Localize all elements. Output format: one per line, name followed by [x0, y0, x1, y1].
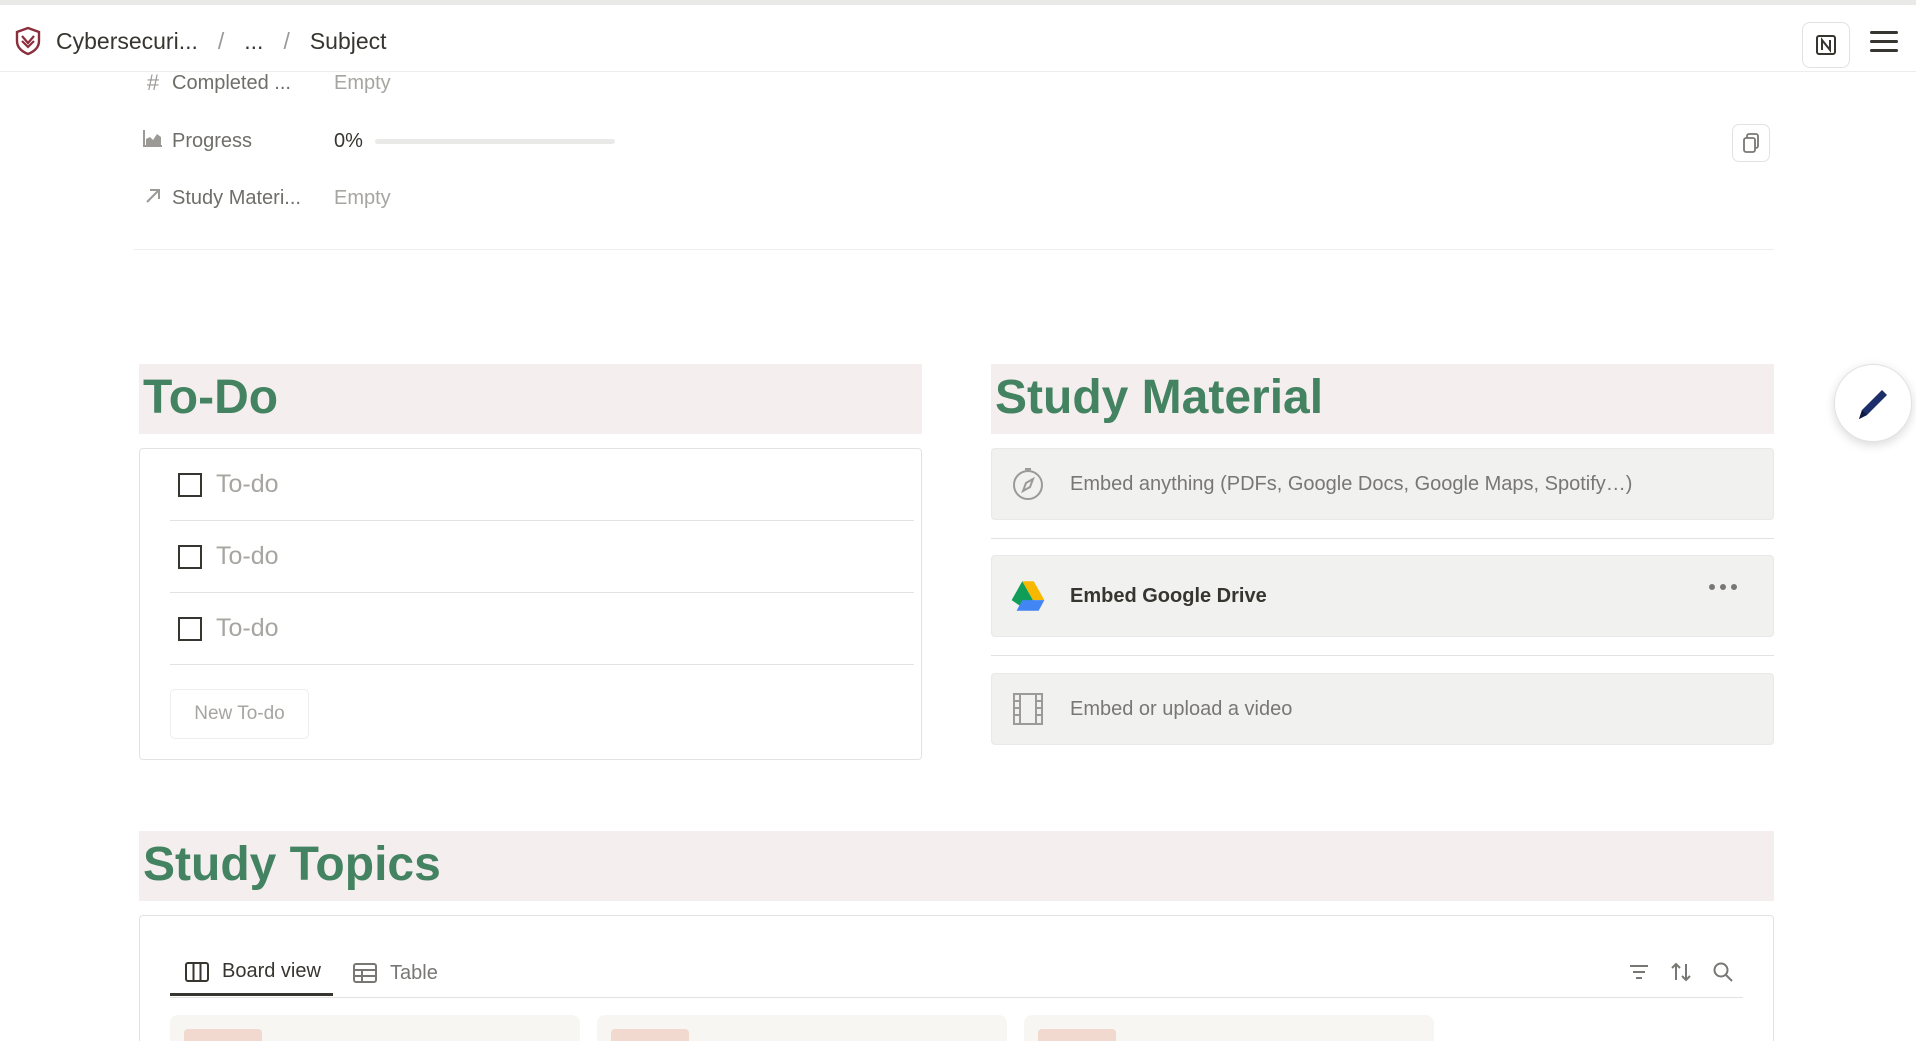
tab-label: Table — [390, 961, 438, 984]
board-icon — [185, 961, 209, 982]
breadcrumb-page[interactable]: Subject — [310, 28, 387, 55]
todo-item[interactable]: To-do — [170, 449, 914, 521]
embed-divider — [991, 655, 1774, 656]
properties-divider — [134, 249, 1774, 250]
board-column[interactable] — [597, 1015, 1007, 1041]
embed-anything-label: Embed anything (PDFs, Google Docs, Googl… — [1070, 472, 1633, 495]
study-material-heading-text: Study Material — [995, 371, 1324, 424]
breadcrumb-ellipsis[interactable]: ... — [244, 28, 263, 55]
search-icon[interactable] — [1711, 960, 1735, 984]
video-embed-label: Embed or upload a video — [1070, 697, 1293, 720]
todo-label[interactable]: To-do — [216, 470, 279, 499]
board-column[interactable] — [170, 1015, 580, 1041]
property-name: Completed ... — [172, 71, 291, 94]
google-drive-label: Embed Google Drive — [1070, 584, 1267, 607]
progress-percent: 0% — [334, 129, 363, 152]
todo-label[interactable]: To-do — [216, 614, 279, 643]
notion-icon — [1816, 35, 1836, 55]
hash-icon: # — [146, 70, 160, 95]
property-study-material[interactable]: Study Materi... Empty — [142, 181, 391, 215]
chart-icon — [142, 128, 164, 154]
todo-heading-text: To-Do — [143, 371, 279, 424]
tab-board-view[interactable]: Board view — [170, 950, 333, 996]
embed-anything-block[interactable]: Embed anything (PDFs, Google Docs, Googl… — [991, 448, 1774, 520]
tabs-divider — [170, 997, 1743, 998]
todo-item[interactable]: To-do — [170, 521, 914, 593]
column-tag — [611, 1029, 689, 1041]
compass-icon — [1010, 466, 1046, 502]
progress-bar — [374, 138, 615, 144]
study-topics-heading-text: Study Topics — [143, 838, 441, 891]
todo-list: To-do To-do To-do New To-do — [139, 448, 922, 760]
top-bar: Cybersecuri... / ... / Subject — [0, 0, 1916, 72]
video-embed-block[interactable]: Embed or upload a video — [991, 673, 1774, 745]
study-material-heading: Study Material — [991, 364, 1774, 434]
filter-icon[interactable] — [1627, 960, 1651, 984]
notion-app-button[interactable] — [1802, 22, 1850, 68]
tab-table[interactable]: Table — [352, 950, 438, 996]
edit-button[interactable] — [1834, 364, 1912, 442]
property-completed[interactable]: # Completed ... Empty — [142, 66, 391, 100]
sort-icon[interactable] — [1669, 960, 1693, 984]
column-tag — [1038, 1029, 1116, 1041]
column-tag — [184, 1029, 262, 1041]
film-icon — [1010, 691, 1046, 727]
copy-icon — [1743, 133, 1759, 153]
breadcrumb-separator: / — [217, 27, 225, 54]
relation-arrow-icon — [142, 185, 164, 211]
shield-icon[interactable] — [14, 26, 42, 56]
breadcrumb-workspace[interactable]: Cybersecuri... — [56, 28, 198, 55]
property-value[interactable]: Empty — [334, 72, 391, 95]
property-value[interactable]: Empty — [334, 187, 391, 210]
breadcrumb: Cybersecuri... / ... / Subject — [14, 21, 387, 61]
checkbox[interactable] — [178, 472, 202, 497]
copy-button[interactable] — [1732, 124, 1770, 162]
property-name: Study Materi... — [172, 186, 301, 209]
pencil-icon — [1859, 390, 1887, 419]
new-todo-button[interactable]: New To-do — [170, 689, 309, 739]
board-column[interactable] — [1024, 1015, 1434, 1041]
google-drive-icon — [1010, 578, 1046, 614]
study-topics-database: Board view Table — [139, 915, 1774, 1041]
property-progress[interactable]: Progress 0% — [142, 124, 615, 158]
todo-item[interactable]: To-do — [170, 593, 914, 665]
more-options-icon[interactable] — [1704, 584, 1737, 590]
breadcrumb-separator: / — [283, 27, 290, 54]
todo-heading: To-Do — [139, 364, 922, 434]
checkbox[interactable] — [178, 544, 202, 569]
checkbox[interactable] — [178, 616, 202, 641]
google-drive-embed[interactable]: Embed Google Drive — [991, 555, 1774, 637]
todo-label[interactable]: To-do — [216, 542, 279, 571]
property-name: Progress — [172, 129, 253, 152]
embed-divider — [991, 538, 1774, 539]
study-topics-heading: Study Topics — [139, 831, 1774, 901]
table-icon — [353, 963, 377, 983]
hamburger-menu-icon[interactable] — [1870, 31, 1898, 53]
tab-label: Board view — [222, 960, 321, 982]
